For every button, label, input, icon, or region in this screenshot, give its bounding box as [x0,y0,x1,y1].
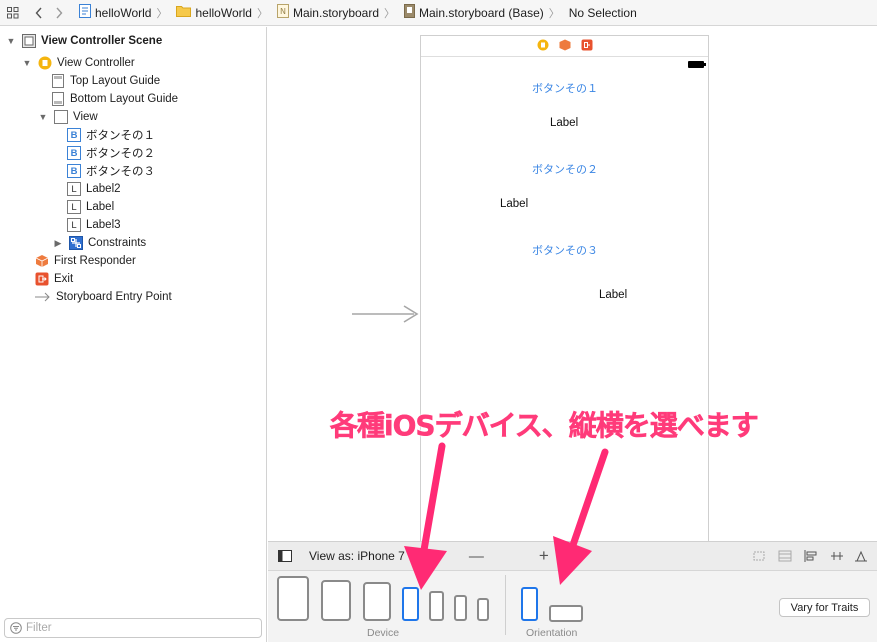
storyboard-canvas[interactable]: ボタンその１ Label ボタンその２ Label ボタンその３ Label [268,27,877,555]
outline-view-controller-row[interactable]: ▼ View Controller [22,54,135,72]
ios-label-c[interactable]: Label [599,289,627,301]
device-ipad-icon[interactable] [363,582,391,621]
device-iphone-4s-icon[interactable] [477,598,489,621]
outline-button1-row[interactable]: B ボタンその１ [67,126,155,144]
outline-constraints-row[interactable]: ▶ Constraints [53,234,146,252]
breadcrumb-separator: 〉 [548,7,560,20]
jump-bar: helloWorld 〉 helloWorld 〉 N Main.storyboar… [0,0,877,26]
disclosure-open-icon[interactable]: ▼ [38,112,48,122]
outline-view-row[interactable]: ▼ View [38,108,98,126]
outline-scene-row[interactable]: ▼ View Controller Scene [6,32,162,50]
view-controller-frame[interactable]: ボタンその１ Label ボタンその２ Label ボタンその３ Label [420,35,709,555]
breadcrumb-separator: 〉 [256,7,268,20]
outline-exit-row[interactable]: Exit [35,270,73,288]
orientation-caption: Orientation [526,627,578,639]
ios-button-3[interactable]: ボタンその３ [532,242,598,258]
forward-chevron-icon[interactable] [51,5,67,21]
orientation-landscape-icon[interactable] [549,605,583,622]
embed-in-stack-icon[interactable] [778,550,792,562]
label-l-icon: L [67,218,81,232]
breadcrumb-storyboard[interactable]: N Main.storyboard 〉 [276,4,398,21]
device-configuration-bar: Device Orientation Vary for Traits [268,570,877,642]
filter-input[interactable] [26,622,246,634]
device-ipad-pro-10-icon[interactable] [321,580,351,621]
localized-folder-icon [404,4,416,21]
view-controller-dock-icon[interactable] [537,39,549,54]
ios-label-b[interactable]: Label [500,198,528,210]
zoom-out-button[interactable]: — [469,548,484,565]
device-iphone-7-plus-icon[interactable] [402,587,419,621]
first-responder-cube-icon [35,254,49,268]
back-chevron-icon[interactable] [31,5,47,21]
device-ipad-pro-12-icon[interactable] [277,576,309,621]
device-iphone-7-icon[interactable] [429,591,444,621]
orientation-portrait-icon[interactable] [521,587,538,621]
divider [505,575,506,635]
update-frames-icon[interactable] [752,550,766,562]
label-l-icon: L [67,200,81,214]
zoom-in-button[interactable]: + [539,546,549,566]
outline-label-row[interactable]: L Label [67,198,114,216]
disclosure-open-icon[interactable]: ▼ [6,36,16,46]
outline-label2-row[interactable]: L Label2 [67,180,121,198]
project-file-icon [79,4,91,21]
view-controller-icon [38,56,52,70]
layout-guide-icon [51,92,65,106]
device-iphone-se-icon[interactable] [454,595,467,621]
pin-icon[interactable] [830,550,844,562]
button-b-icon: B [67,128,81,142]
outline-first-responder-row[interactable]: First Responder [35,252,136,270]
storyboard-file-icon: N [276,4,289,21]
outline-entry-point-row[interactable]: Storyboard Entry Point [35,288,172,306]
scene-icon [22,34,36,48]
resolve-issues-icon[interactable] [854,550,868,562]
ios-button-2[interactable]: ボタンその２ [532,161,598,177]
scene-dock [421,36,708,57]
filter-icon [10,622,22,634]
ios-button-1[interactable]: ボタンその１ [532,80,598,96]
breadcrumb-selection[interactable]: No Selection [569,6,637,20]
outline-bottom-layout-guide-row[interactable]: Bottom Layout Guide [51,90,178,108]
outline-filter-field[interactable] [4,618,262,638]
exit-icon [35,272,49,286]
entry-arrow-icon [35,290,51,304]
label-l-icon: L [67,182,81,196]
disclosure-closed-icon[interactable]: ▶ [53,238,63,248]
device-caption: Device [367,627,400,639]
battery-icon [688,61,706,68]
layout-guide-icon [51,74,65,88]
outline-label3-row[interactable]: L Label3 [67,216,121,234]
breadcrumb-storyboard-base[interactable]: Main.storyboard (Base) 〉 [404,4,563,21]
view-as-bar: View as: iPhone 7 wC hR — + [268,541,877,570]
constraints-icon [69,236,83,250]
folder-icon [176,5,192,20]
first-responder-dock-icon[interactable] [559,39,571,54]
exit-dock-icon[interactable] [581,39,593,54]
svg-text:N: N [280,7,286,16]
breadcrumb-separator: 〉 [384,7,396,20]
breadcrumb-project[interactable]: helloWorld 〉 [79,4,170,21]
vary-for-traits-button[interactable]: Vary for Traits [779,598,870,617]
related-items-grid-icon[interactable] [5,5,21,21]
annotation-caption: 各種iOSデバイス、縦横を選べます [330,409,759,443]
xcode-interface-builder: helloWorld 〉 helloWorld 〉 N Main.storyboar… [0,0,877,642]
view-as-title[interactable]: View as: iPhone 7 [309,549,405,563]
button-b-icon: B [67,146,81,160]
document-outline: ▼ View Controller Scene ▼ View Controlle… [0,27,267,642]
disclosure-open-icon[interactable]: ▼ [22,58,32,68]
outline-button3-row[interactable]: B ボタンその３ [67,162,155,180]
outline-top-layout-guide-row[interactable]: Top Layout Guide [51,72,160,90]
ios-label-a[interactable]: Label [550,117,578,129]
size-class-label: wC hR [410,550,441,562]
view-icon [54,110,68,124]
breadcrumb-separator: 〉 [156,7,168,20]
breadcrumb-group[interactable]: helloWorld 〉 [176,5,270,21]
align-icon[interactable] [804,550,818,562]
toggle-outline-icon[interactable] [278,550,292,562]
button-b-icon: B [67,164,81,178]
outline-button2-row[interactable]: B ボタンその２ [67,144,155,162]
